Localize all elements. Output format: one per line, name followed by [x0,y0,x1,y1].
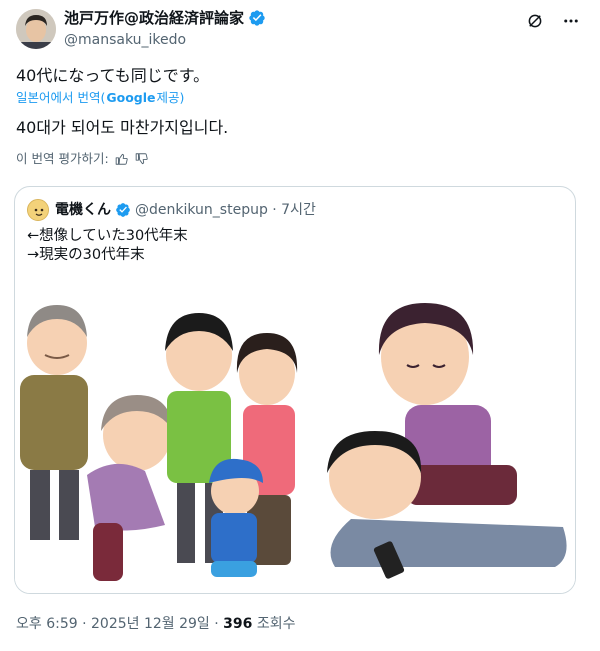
translated-from[interactable]: 일본어에서 번역(Google 제공) [16,90,184,106]
verified-badge-icon [116,203,130,217]
quote-text: ←想像していた30代年末 →現実の30代年末 [27,228,188,263]
tweet-meta: 오후 6:59 · 2025년 12월 29일 · 396 조회수 [16,614,295,634]
quote-header: 電機くん @denkikun_stepup · 7시간 [27,199,316,221]
author-name-row[interactable]: 池戸万作@政治経済評論家 [64,8,266,28]
tweet-text: 40代になっても同じです。 [16,66,210,85]
author-handle[interactable]: @mansaku_ikedo [64,30,266,50]
translated-from-suffix: 제공) [156,90,185,105]
translated-text: 40대가 되어도 마찬가지입니다. [16,118,229,137]
views-label: 조회수 [252,616,296,632]
google-logo: Google [106,90,156,105]
tweet-header: 池戸万作@政治経済評論家 @mansaku_ikedo [16,8,584,52]
grok-icon[interactable] [526,12,544,30]
tweet-timestamp[interactable]: 오후 6:59 · 2025년 12월 29일 · [16,616,223,632]
view-count: 396 [223,616,253,632]
author-info: 池戸万作@政治経済評論家 @mansaku_ikedo [64,8,266,50]
author-display-name[interactable]: 池戸万作@政治経済評論家 [64,8,244,28]
verified-badge-icon [249,10,265,26]
header-actions [526,12,580,30]
rate-translation-label: 이 번역 평가하기: [16,151,109,166]
translated-from-prefix: 일본어에서 번역( [16,90,106,105]
rate-translation: 이 번역 평가하기: [16,150,149,168]
thumbs-up-icon[interactable] [115,152,129,166]
quote-display-name: 電機くん [55,202,111,218]
author-avatar[interactable] [16,9,56,49]
quote-illustration[interactable] [15,295,575,593]
thumbs-down-icon[interactable] [135,152,149,166]
quote-avatar [27,199,49,221]
more-icon[interactable] [562,12,580,30]
quote-handle-time: @denkikun_stepup · 7시간 [135,202,316,218]
quote-tweet-card[interactable]: 電機くん @denkikun_stepup · 7시간 ←想像していた30代年末… [14,186,576,594]
